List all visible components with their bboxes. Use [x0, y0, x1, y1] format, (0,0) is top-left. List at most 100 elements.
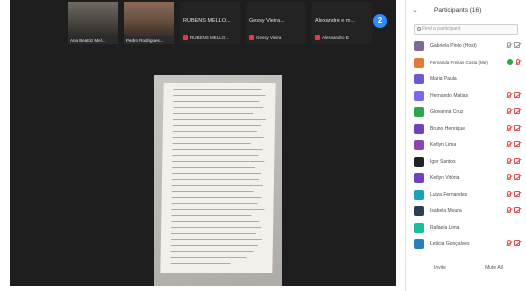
participant-name: Leticia Gonçalves	[430, 241, 470, 248]
tile-subname-text: Alessandro B	[322, 35, 349, 40]
mic-muted-icon	[507, 207, 511, 213]
participant-row[interactable]: Luiza Fernandes	[412, 187, 524, 204]
video-off-icon	[514, 141, 520, 147]
muted-mic-icon	[315, 35, 320, 40]
participant-row[interactable]: Hernando Matias	[412, 88, 524, 105]
panel-footer: Invite Mute All	[406, 261, 526, 275]
status-indicators	[507, 190, 520, 197]
participant-video-tile[interactable]: Ana Beatriz Mel...	[68, 2, 118, 44]
status-indicators	[507, 124, 520, 131]
video-off-icon	[514, 207, 520, 213]
more-participants-button[interactable]: 2	[373, 14, 387, 28]
mic-muted-icon	[507, 157, 511, 164]
participant-row[interactable]: Igor Santos	[412, 154, 524, 171]
mute-all-button[interactable]: Mute All	[476, 261, 512, 275]
video-area: Ana Beatriz Mel... Pedro Rodrigues... RU…	[10, 0, 396, 286]
meeting-window: Ana Beatriz Mel... Pedro Rodrigues... RU…	[0, 0, 526, 291]
muted-mic-icon	[249, 35, 254, 40]
collapse-panel-icon[interactable]: ⌄	[412, 6, 418, 14]
green-status-icon	[507, 58, 513, 65]
mic-muted-icon	[507, 141, 511, 147]
status-indicators	[507, 141, 520, 147]
video-frame	[124, 2, 174, 36]
participant-row[interactable]: Rafaela Lima	[412, 220, 524, 237]
status-indicators	[507, 91, 520, 98]
mic-muted-icon	[507, 124, 511, 131]
participant-name-tile[interactable]: Alexandre e m... Alessandro B	[312, 2, 372, 44]
avatar	[414, 156, 424, 167]
tile-name: Gessy Vieira...	[249, 18, 285, 24]
participant-name: Hernando Matias	[430, 92, 469, 99]
mic-muted-icon	[516, 58, 520, 65]
status-indicators	[507, 58, 520, 65]
tile-subname: Gessy Vieira	[249, 35, 281, 40]
participant-video-tile[interactable]: Pedro Rodrigues...	[124, 2, 174, 44]
participant-row[interactable]: Ketlyn Lima	[412, 137, 524, 154]
participant-name: Ketlyn Lima	[430, 142, 457, 149]
avatar	[414, 140, 424, 151]
video-off-icon	[514, 174, 520, 180]
search-input[interactable]: Find a participant	[414, 24, 518, 35]
avatar	[414, 189, 424, 200]
shared-video-feed	[154, 75, 282, 286]
status-indicators	[507, 108, 520, 114]
notebook-page	[160, 83, 276, 273]
video-off-icon	[514, 42, 520, 48]
participant-row[interactable]: Fernanda Freitas Costa (Me)	[412, 55, 524, 72]
tile-name: Alexandre e m...	[315, 18, 356, 24]
mic-muted-icon	[507, 91, 511, 98]
avatar	[414, 41, 424, 52]
video-off-icon	[514, 157, 520, 164]
participant-name-tile[interactable]: RUBENS MELLO... RUBENS MELLO...	[180, 2, 240, 44]
avatar	[414, 74, 424, 85]
status-indicators	[507, 42, 520, 48]
status-indicators	[507, 207, 520, 213]
tile-subname: Alessandro B	[315, 35, 349, 40]
participant-row[interactable]: Giovanna Cruz	[412, 104, 524, 121]
participant-row[interactable]: Maria Paula	[412, 71, 524, 88]
tile-subname-text: RUBENS MELLO...	[190, 35, 230, 40]
participant-name: Gabriela Pinto (Host)	[430, 43, 477, 50]
participant-name: Giovanna Cruz	[430, 109, 464, 116]
participant-name: Luiza Fernandes	[430, 191, 468, 198]
search-icon	[417, 27, 421, 31]
avatar	[414, 57, 424, 68]
participant-row[interactable]: Bruno Henrique	[412, 121, 524, 138]
video-frame	[68, 2, 118, 36]
video-off-icon	[514, 124, 520, 131]
muted-mic-icon	[183, 35, 188, 40]
participant-list: Gabriela Pinto (Host) Fernanda Freitas Co…	[412, 38, 524, 253]
panel-title: Participants (16)	[434, 7, 482, 14]
mic-muted-icon	[507, 108, 511, 114]
avatar	[414, 107, 424, 118]
participant-name: Bruno Henrique	[430, 125, 466, 132]
avatar	[414, 222, 424, 233]
participant-row[interactable]: Isabela Moura	[412, 203, 524, 220]
tile-subname-text: Gessy Vieira	[256, 35, 282, 40]
video-off-icon	[514, 240, 520, 246]
participant-name: Fernanda Freitas Costa (Me)	[430, 60, 488, 66]
participant-row[interactable]: Ketlyn Vitória	[412, 170, 524, 187]
tile-name: RUBENS MELLO...	[183, 18, 231, 24]
avatar	[414, 239, 424, 250]
mic-muted-icon	[507, 174, 511, 180]
video-off-icon	[514, 108, 520, 114]
participant-name: Ana Beatriz Mel...	[70, 38, 106, 43]
participant-row[interactable]: Gabriela Pinto (Host)	[412, 38, 524, 55]
participant-name: Rafaela Lima	[430, 224, 460, 231]
invite-button[interactable]: Invite	[422, 261, 458, 275]
avatar	[414, 206, 424, 217]
video-gallery-strip: Ana Beatriz Mel... Pedro Rodrigues... RU…	[68, 2, 372, 47]
video-off-icon	[514, 190, 520, 197]
participant-name: Isabela Moura	[430, 208, 462, 215]
participants-panel: ⌄ Participants (16) Find a participant G…	[405, 0, 526, 291]
status-indicators	[507, 157, 520, 164]
status-indicators	[507, 174, 520, 180]
participant-name: Pedro Rodrigues...	[126, 38, 164, 43]
mic-muted-icon	[507, 42, 511, 48]
participant-name: Igor Santos	[430, 158, 456, 165]
participant-row[interactable]: Leticia Gonçalves	[412, 236, 524, 253]
participant-name-tile[interactable]: Gessy Vieira... Gessy Vieira	[246, 2, 306, 44]
avatar	[414, 173, 424, 184]
status-indicators	[507, 240, 520, 246]
